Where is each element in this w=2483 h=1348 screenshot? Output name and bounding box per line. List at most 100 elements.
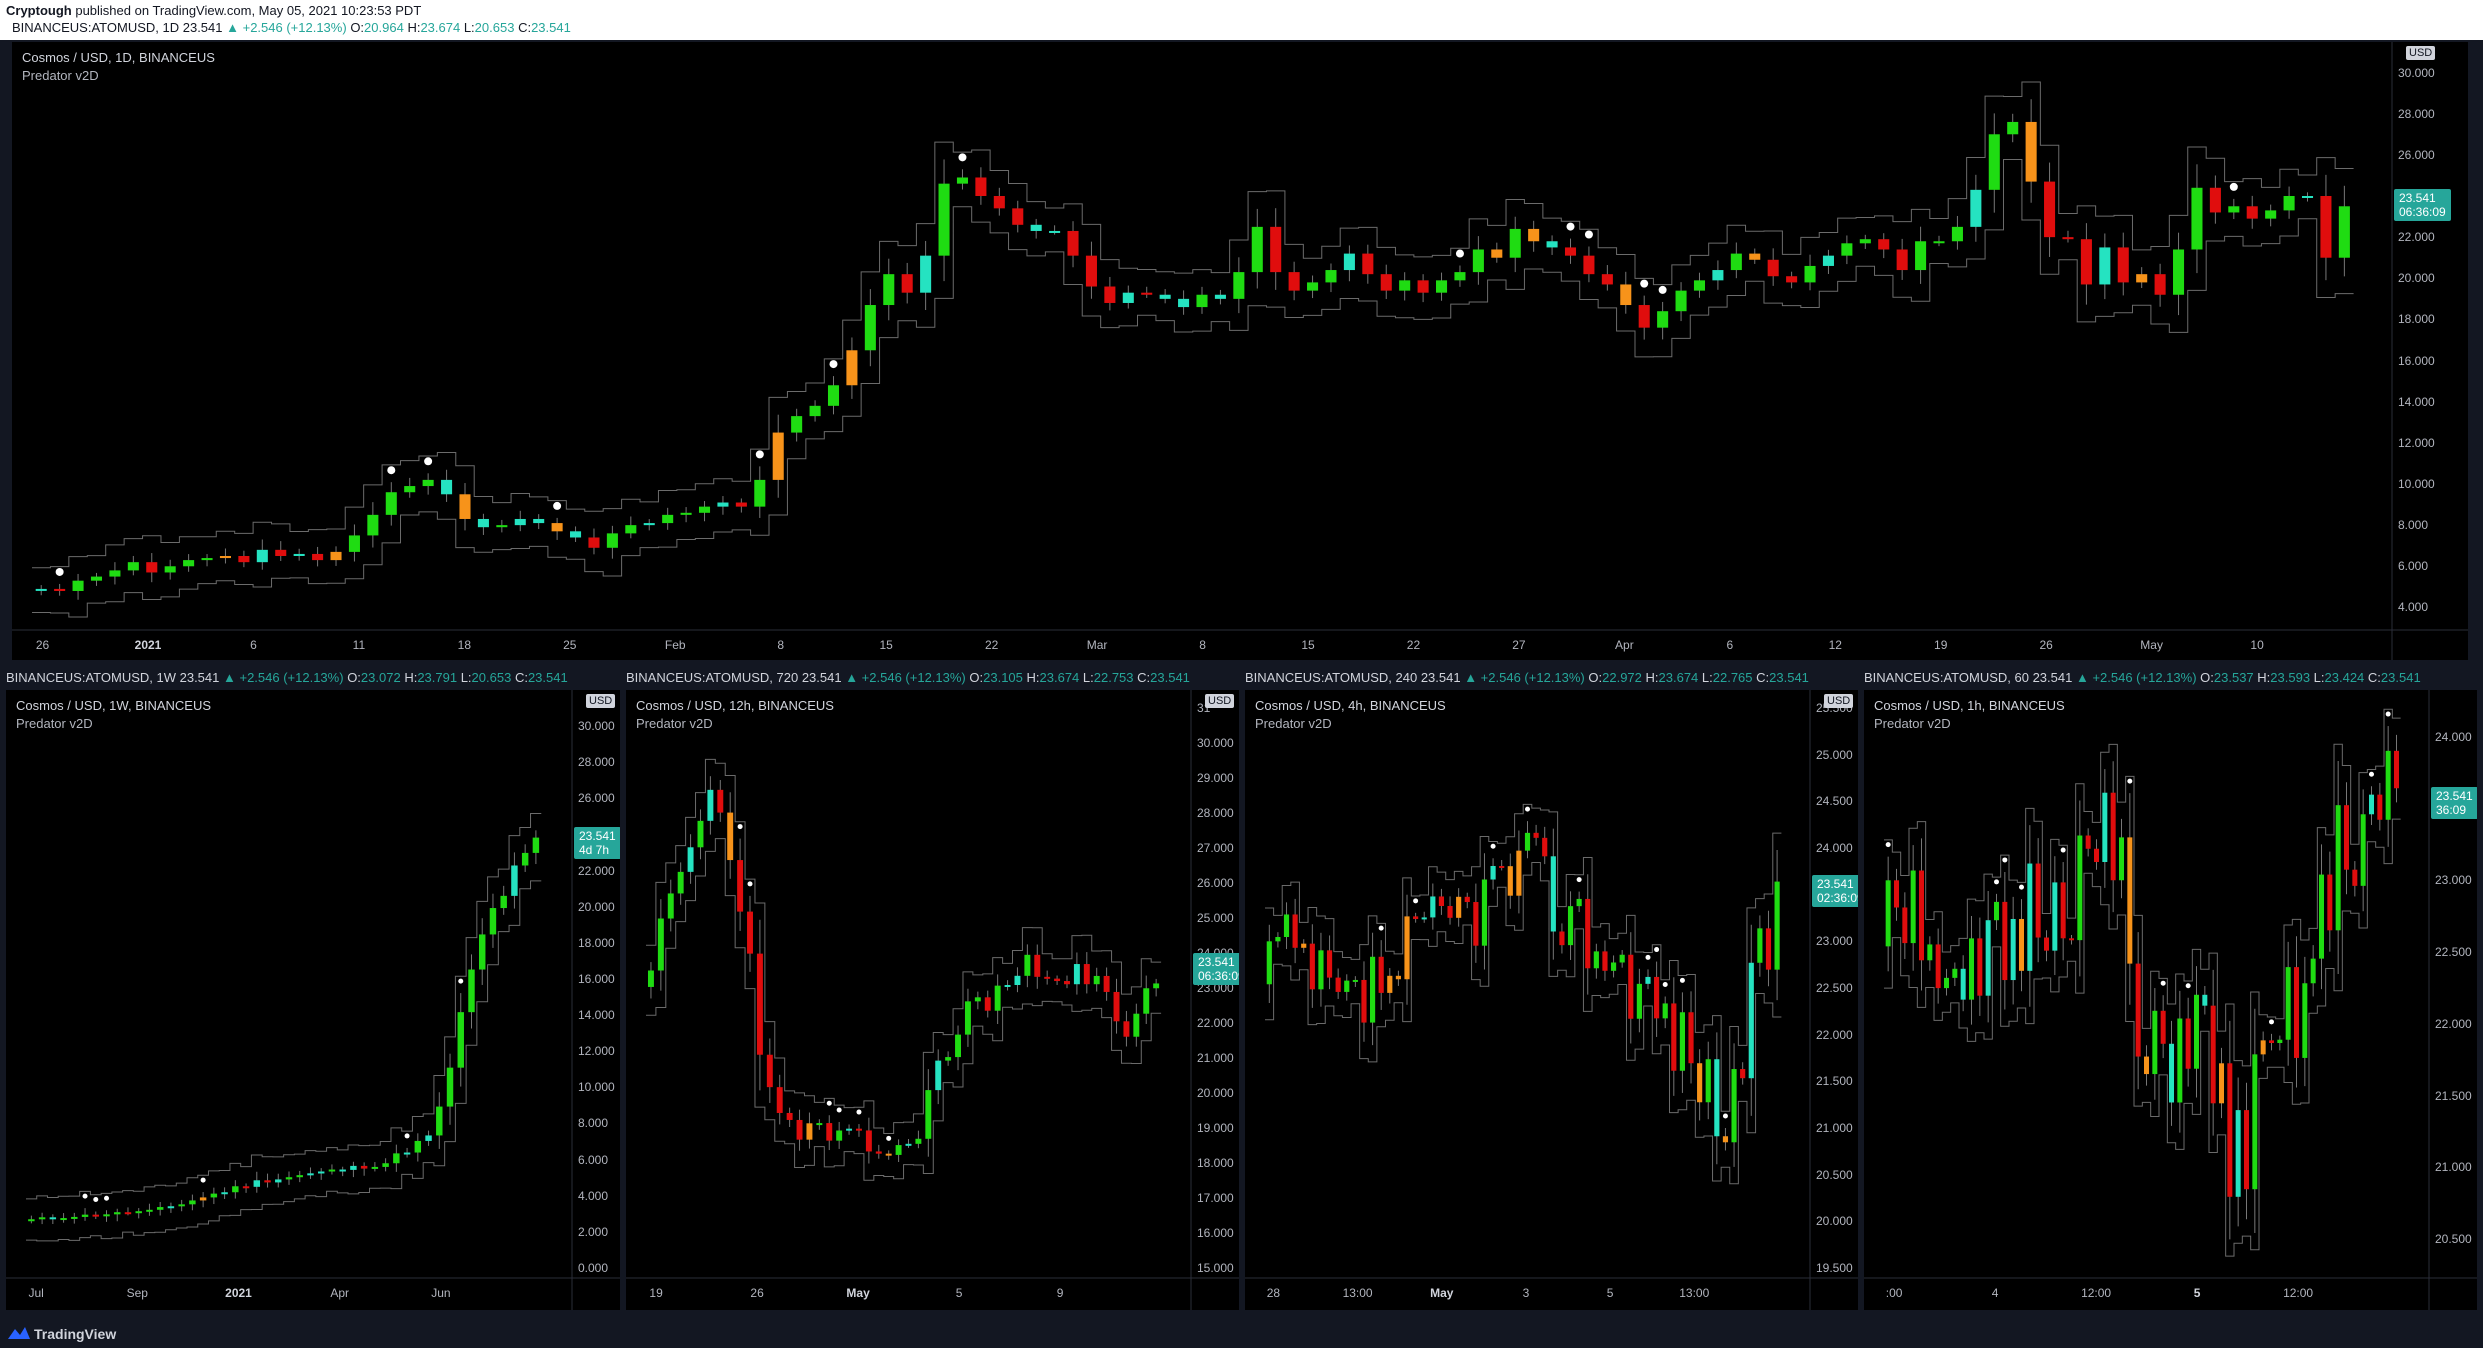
chart-canvas[interactable] xyxy=(626,690,1239,1310)
candle-body xyxy=(687,847,694,872)
main-low: 20.653 xyxy=(474,20,515,35)
candle-body xyxy=(1233,272,1245,299)
candle-body xyxy=(242,1186,250,1189)
time-tick-label: 13:00 xyxy=(1342,1286,1373,1300)
candle-body xyxy=(993,196,1005,209)
candle-body xyxy=(955,1034,961,1058)
candle-body xyxy=(146,562,158,573)
candle-body xyxy=(1380,274,1392,291)
tradingview-brand[interactable]: TradingView xyxy=(34,1326,116,1342)
candle-body xyxy=(1085,255,1097,287)
signal-dot xyxy=(1576,877,1582,883)
candle-body xyxy=(826,1123,833,1141)
tradingview-logo-icon[interactable] xyxy=(6,1325,32,1343)
candle-body xyxy=(846,1128,853,1131)
currency-label[interactable]: USD xyxy=(2406,46,2436,60)
time-tick-label: 5 xyxy=(1606,1286,1614,1300)
daily-chart-pane[interactable]: Cosmos / USD, 1D, BINANCEUS Predator v2D… xyxy=(12,42,2468,660)
candle-body xyxy=(1944,977,1949,989)
candle-body xyxy=(1417,280,1429,293)
twelve-hour-chart-pane[interactable]: Cosmos / USD, 12h, BINANCEUS Predator v2… xyxy=(626,690,1239,1310)
candle-body xyxy=(1559,931,1565,946)
author-name[interactable]: Cryptough xyxy=(6,3,72,18)
candle-body xyxy=(275,1179,282,1183)
candle-body xyxy=(422,479,434,487)
candle-body xyxy=(1610,962,1617,971)
candle-body xyxy=(164,566,176,573)
price-tick-label: 12.000 xyxy=(578,1044,615,1059)
time-tick-label: 4 xyxy=(1991,1286,1999,1300)
one-hour-low: 23.424 xyxy=(2324,670,2365,685)
candle-body xyxy=(920,255,932,293)
candle-body xyxy=(2310,958,2316,984)
time-tick-label: 9 xyxy=(1056,1286,1064,1300)
signal-dot xyxy=(387,466,396,475)
time-tick-label: 27 xyxy=(1512,638,1526,652)
candle-body xyxy=(312,553,324,561)
one-hour-chart-pane[interactable]: Cosmos / USD, 1h, BINANCEUS Predator v2D… xyxy=(1864,690,2477,1310)
candle-body xyxy=(210,1193,218,1198)
candle-body xyxy=(945,1057,952,1061)
price-tick-label: 14.000 xyxy=(578,1008,615,1023)
currency-label[interactable]: USD xyxy=(1205,694,1235,708)
candle-body xyxy=(183,560,195,567)
candle-body xyxy=(836,1130,843,1141)
candle-body xyxy=(1275,936,1281,942)
candle-body xyxy=(667,893,674,919)
candle-body xyxy=(2177,1018,2183,1103)
four-hour-chart-pane[interactable]: Cosmos / USD, 4h, BINANCEUS Predator v2D… xyxy=(1245,690,1858,1310)
candle-body xyxy=(827,385,840,406)
candle-body xyxy=(382,1163,389,1167)
candle-body xyxy=(49,1217,57,1220)
candle-body xyxy=(2044,937,2049,951)
candle-body xyxy=(1141,292,1153,295)
time-tick-label: 15 xyxy=(879,638,893,652)
chart-canvas[interactable] xyxy=(12,42,2468,660)
candle-body xyxy=(588,537,600,548)
time-tick-label: 28 xyxy=(1266,1286,1281,1300)
signal-dot xyxy=(836,1107,842,1113)
candle-body xyxy=(727,812,734,861)
candle-body xyxy=(28,1219,35,1222)
price-tick-label: 25.000 xyxy=(1816,747,1853,762)
candle-body xyxy=(1619,954,1625,963)
upper-band-line xyxy=(1265,803,1782,1112)
candle-body xyxy=(1447,905,1453,918)
signal-dot xyxy=(1722,1113,1728,1119)
candle-body xyxy=(1014,975,1021,986)
candle-body xyxy=(72,580,84,591)
candle-body xyxy=(264,1180,271,1183)
chart-canvas[interactable] xyxy=(1245,690,1858,1310)
time-tick-label: 18 xyxy=(457,638,472,652)
candle-body xyxy=(1654,976,1660,1019)
weekly-chart-pane[interactable]: Cosmos / USD, 1W, BINANCEUS Predator v2D… xyxy=(6,690,620,1310)
candle-body xyxy=(71,1216,78,1219)
candle-body xyxy=(201,558,213,561)
candle-body xyxy=(875,1151,882,1154)
chart-canvas[interactable] xyxy=(6,690,620,1310)
lower-band-line xyxy=(32,158,2354,618)
candle-body xyxy=(1362,253,1374,275)
candle-body xyxy=(1093,975,1100,985)
main-open: 20.964 xyxy=(364,20,404,35)
candle-body xyxy=(360,1165,368,1169)
twelve-hour-high: 23.674 xyxy=(1039,670,1080,685)
candle-body xyxy=(2152,1010,2158,1075)
chart-canvas[interactable] xyxy=(1864,690,2477,1310)
candle-body xyxy=(1749,253,1761,260)
candle-body xyxy=(146,1209,153,1212)
candle-body xyxy=(1757,928,1763,963)
signal-dot xyxy=(82,1193,88,1199)
candle-body xyxy=(221,1192,228,1195)
currency-label[interactable]: USD xyxy=(586,694,616,708)
price-tick-label: 23.000 xyxy=(1816,934,1853,949)
candle-body xyxy=(1585,898,1591,969)
candle-body xyxy=(2252,1054,2258,1190)
candle-body xyxy=(677,871,684,894)
candle-body xyxy=(1481,879,1488,946)
weekly-change: ▲ +2.546 (+12.13%) xyxy=(223,670,344,685)
signal-dot xyxy=(1645,954,1651,960)
main-high: 23.674 xyxy=(420,20,461,35)
currency-label[interactable]: USD xyxy=(1824,694,1854,708)
one-hour-last: 23.541 xyxy=(2032,670,2073,685)
